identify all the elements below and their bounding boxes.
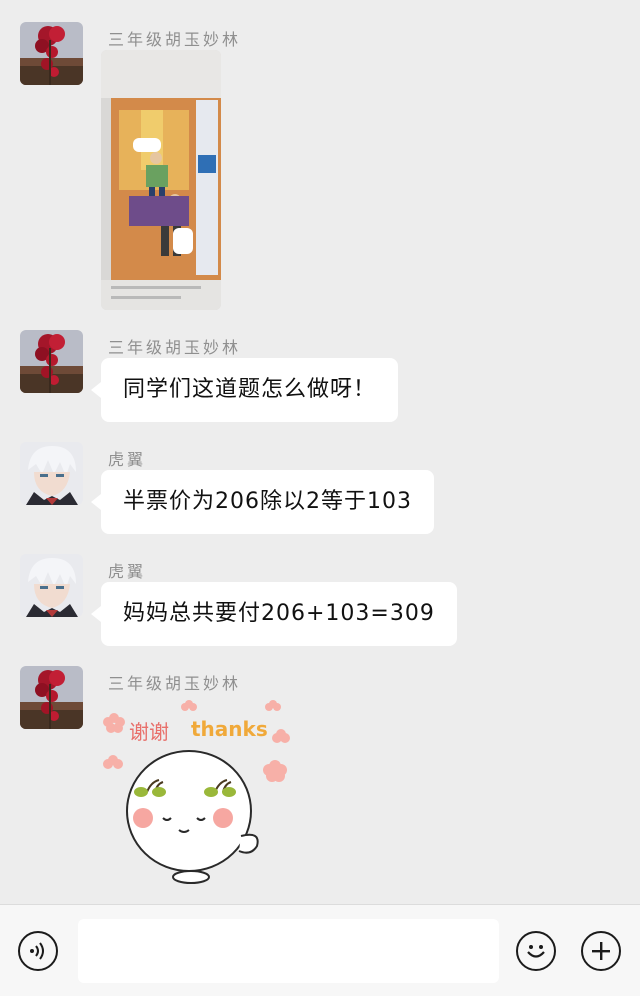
sender-name: 虎翼 — [108, 562, 147, 581]
chat-input-bar — [0, 904, 640, 996]
text-bubble[interactable]: 同学们这道题怎么做呀！ — [90, 358, 399, 422]
message-input[interactable] — [78, 919, 499, 983]
sender-name: 三年级胡玉妙林 — [108, 674, 242, 693]
avatar-anime-boy[interactable] — [20, 554, 83, 617]
message-2: 三年级胡玉妙林 同学们这道题怎么做呀！ — [0, 330, 640, 430]
image-message[interactable] — [101, 50, 221, 310]
red-flower-avatar-icon — [20, 22, 83, 85]
sticker-cn-text: 谢谢 — [129, 720, 169, 744]
emoji-icon — [527, 945, 545, 958]
emoji-button[interactable] — [516, 931, 556, 971]
smiley-sticker-icon: 谢谢 thanks — [103, 700, 290, 884]
voice-icon — [30, 942, 44, 960]
avatar-red-flower[interactable] — [20, 330, 83, 393]
message-3: 虎翼 半票价为206除以2等于103 — [0, 442, 640, 542]
text-bubble[interactable]: 妈妈总共要付206+103=309 — [91, 582, 457, 646]
message-1: 三年级胡玉妙林 — [0, 0, 640, 320]
sender-name: 三年级胡玉妙林 — [108, 338, 242, 357]
message-4: 虎翼 妈妈总共要付206+103=309 — [0, 554, 640, 654]
avatar-anime-boy[interactable] — [20, 442, 83, 505]
avatar-red-flower[interactable] — [20, 666, 83, 729]
sender-name: 虎翼 — [108, 450, 147, 469]
sticker-en-text: thanks — [191, 717, 268, 741]
plus-button[interactable] — [581, 931, 621, 971]
text-bubble[interactable]: 半票价为206除以2等于103 — [91, 470, 434, 534]
anime-boy-avatar-icon — [20, 442, 83, 505]
sender-name: 三年级胡玉妙林 — [108, 30, 242, 49]
avatar-red-flower[interactable] — [20, 22, 83, 85]
red-flower-avatar-icon — [20, 666, 83, 729]
message-5: 三年级胡玉妙林 谢谢 thanks — [0, 666, 640, 896]
anime-boy-avatar-icon — [20, 554, 83, 617]
thanks-sticker[interactable]: 谢谢 thanks — [101, 696, 301, 886]
red-flower-avatar-icon — [20, 330, 83, 393]
photo-thumbnail-icon — [101, 50, 221, 310]
voice-button[interactable] — [18, 931, 58, 971]
plus-icon — [592, 942, 610, 960]
